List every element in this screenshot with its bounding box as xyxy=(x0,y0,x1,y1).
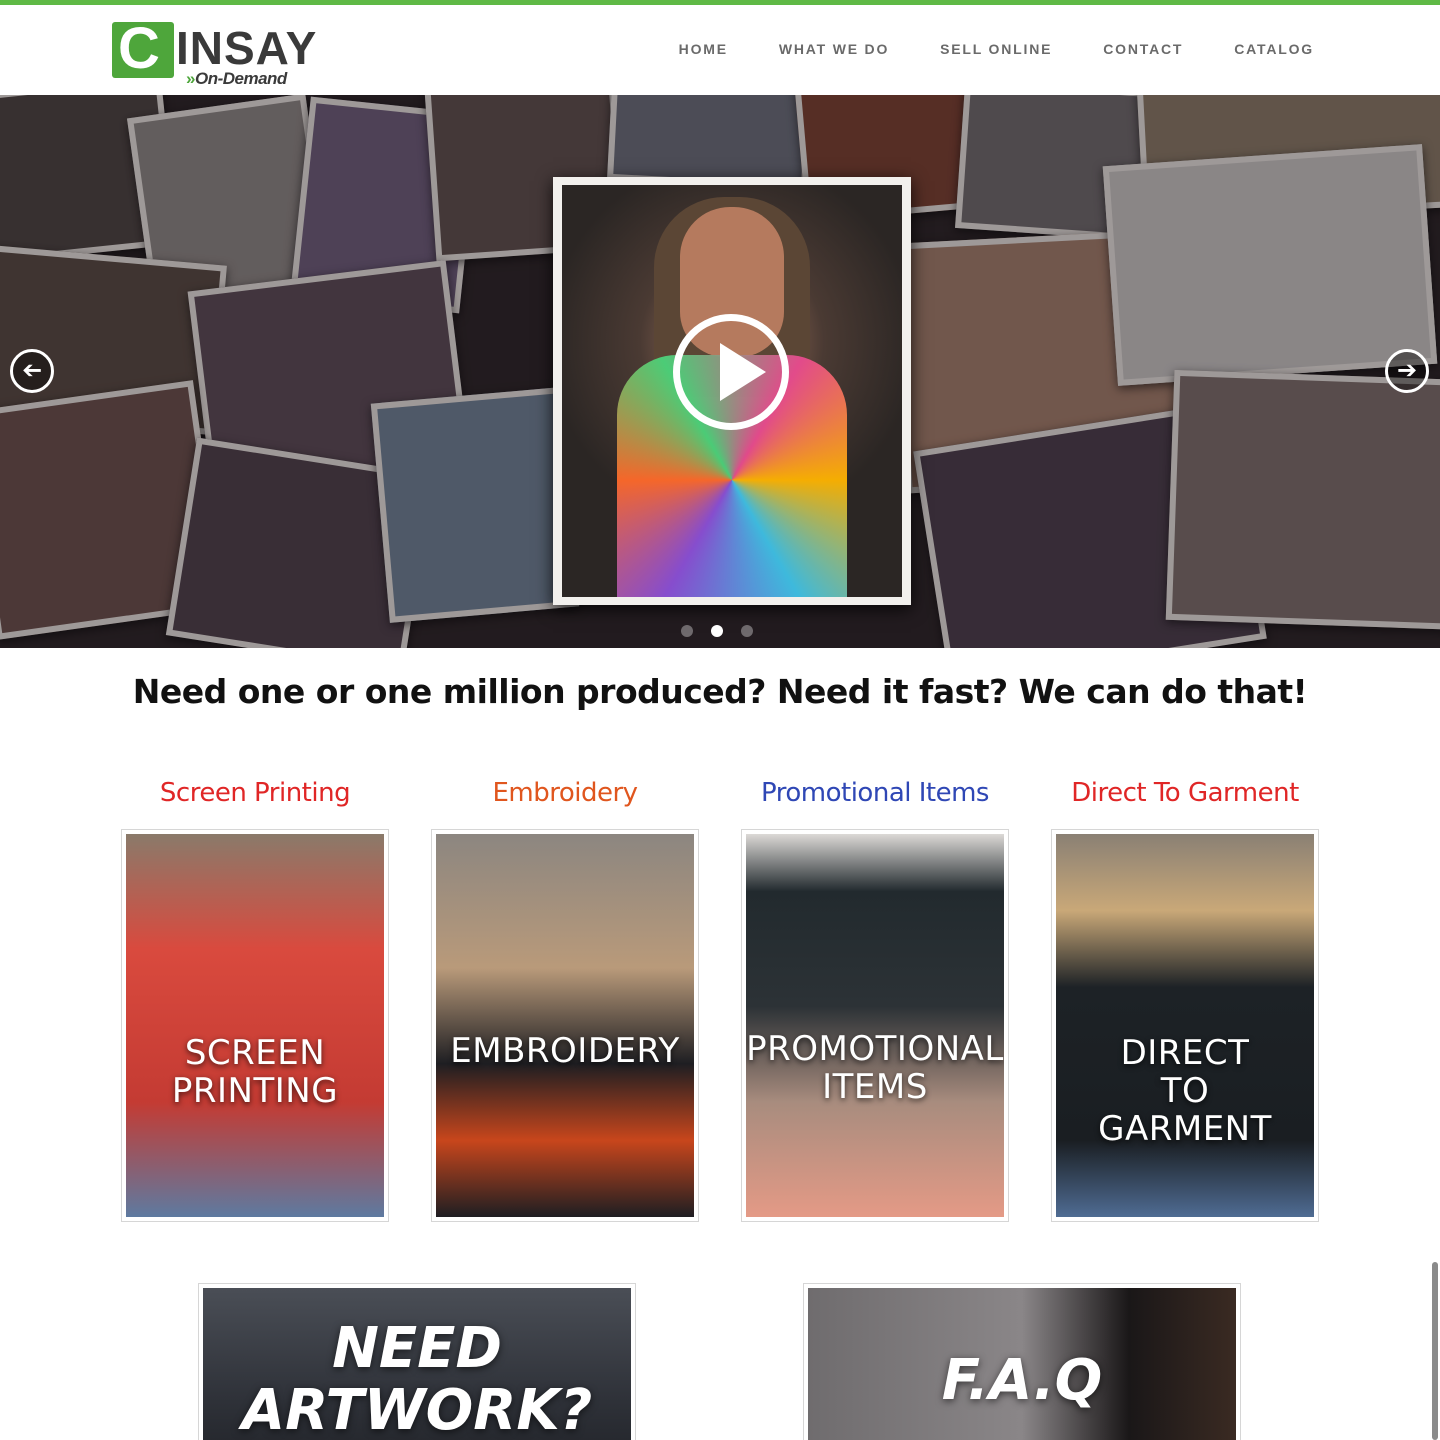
page-tagline: Need one or one million produced? Need i… xyxy=(132,672,1308,711)
promo-image: F.A.Q xyxy=(808,1288,1236,1440)
service-card-promotional-items[interactable]: PROMOTIONAL ITEMS xyxy=(741,829,1009,1222)
service-title-promotional-items[interactable]: Promotional Items xyxy=(741,778,1009,808)
logo-wordmark: INSAY xyxy=(176,22,318,74)
slider-dots xyxy=(681,625,753,637)
service-image: SCREEN PRINTING xyxy=(126,834,384,1217)
promo-image: NEED ARTWORK? xyxy=(203,1288,631,1440)
site-header: C INSAY »On-Demand HOME WHAT WE DO SELL … xyxy=(0,5,1440,95)
slider-dot-active[interactable] xyxy=(711,625,723,637)
need-artwork-card[interactable]: NEED ARTWORK? xyxy=(198,1283,636,1440)
service-card-direct-to-garment[interactable]: DIRECT TO GARMENT xyxy=(1051,829,1319,1222)
service-image: DIRECT TO GARMENT xyxy=(1056,834,1314,1217)
main-nav: HOME WHAT WE DO SELL ONLINE CONTACT CATA… xyxy=(628,41,1314,57)
service-image-label: DIRECT TO GARMENT xyxy=(1098,1033,1272,1149)
service-image-label: EMBROIDERY xyxy=(450,1031,680,1071)
hero-slider: ➔ ➔ xyxy=(0,95,1440,648)
slider-dot[interactable] xyxy=(681,625,693,637)
slider-dot[interactable] xyxy=(741,625,753,637)
logo-arrows: » xyxy=(186,69,195,88)
nav-contact[interactable]: CONTACT xyxy=(1103,41,1183,57)
service-image-label: PROMOTIONAL ITEMS xyxy=(746,1029,1004,1107)
service-image: EMBROIDERY xyxy=(436,834,694,1217)
logo-mark: C xyxy=(112,19,174,79)
cinsay-logo[interactable]: C INSAY »On-Demand xyxy=(112,19,316,89)
play-icon[interactable] xyxy=(673,314,789,430)
nav-catalog[interactable]: CATALOG xyxy=(1234,41,1314,57)
nav-home[interactable]: HOME xyxy=(679,41,728,57)
promo-image-label: NEED ARTWORK? xyxy=(241,1316,593,1440)
nav-what-we-do[interactable]: WHAT WE DO xyxy=(779,41,889,57)
service-card-screen-printing[interactable]: SCREEN PRINTING xyxy=(121,829,389,1222)
faq-card[interactable]: F.A.Q xyxy=(803,1283,1241,1440)
page-scrollbar[interactable] xyxy=(1432,1262,1438,1440)
play-triangle xyxy=(720,343,766,401)
service-image: PROMOTIONAL ITEMS xyxy=(746,834,1004,1217)
service-card-embroidery[interactable]: EMBROIDERY xyxy=(431,829,699,1222)
logo-tagline: »On-Demand xyxy=(186,69,287,88)
service-title-embroidery[interactable]: Embroidery xyxy=(431,778,699,808)
promo-image-label: F.A.Q xyxy=(941,1348,1103,1413)
arrow-right-circle-icon[interactable]: ➔ xyxy=(1385,349,1429,393)
service-title-screen-printing[interactable]: Screen Printing xyxy=(121,778,389,808)
arrow-left-circle-icon[interactable]: ➔ xyxy=(10,349,54,393)
nav-sell-online[interactable]: SELL ONLINE xyxy=(940,41,1052,57)
service-image-label: SCREEN PRINTING xyxy=(171,1033,339,1111)
service-title-direct-to-garment[interactable]: Direct To Garment xyxy=(1051,778,1319,808)
